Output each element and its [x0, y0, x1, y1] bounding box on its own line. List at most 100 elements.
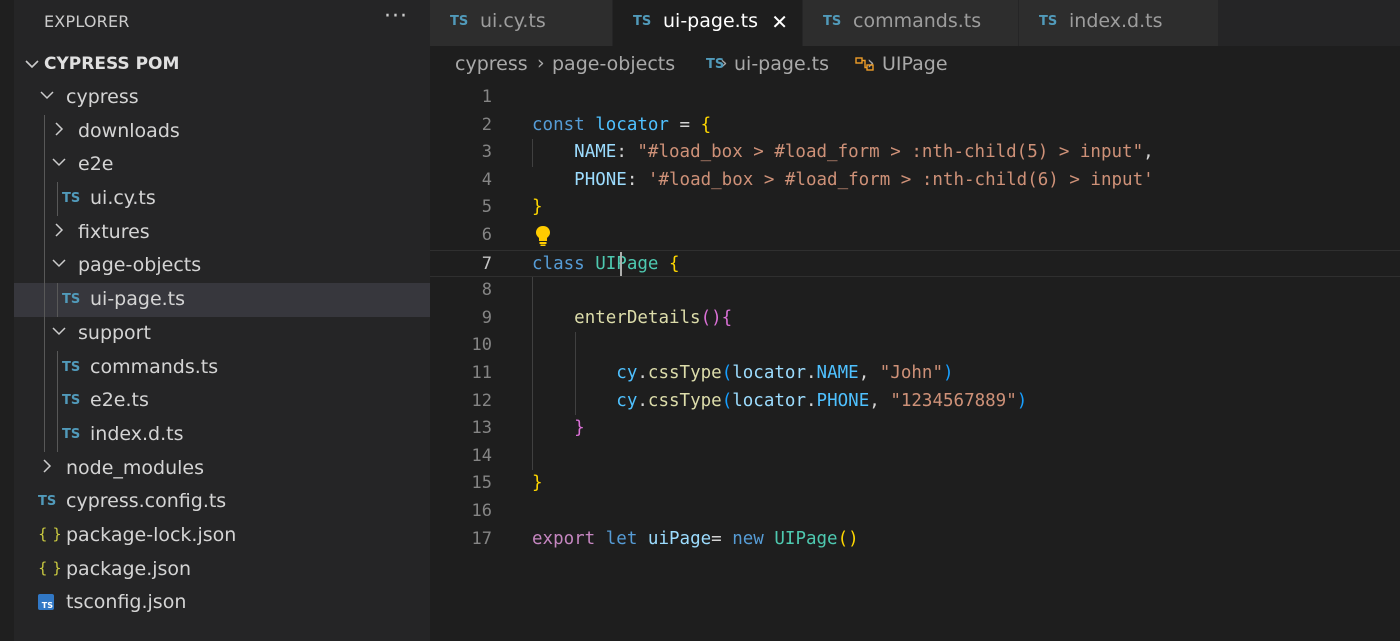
tab-ui-cy-ts[interactable]: TS ui.cy.ts [430, 0, 613, 46]
code-token: . [637, 390, 648, 411]
code-token: (){ [700, 307, 733, 328]
tab-label: ui-page.ts [663, 10, 759, 32]
tree-item[interactable]: { } package-lock.json [14, 519, 430, 553]
code-line[interactable]: 3 NAME: "#load_box > #load_form > :nth-c… [430, 139, 1400, 167]
tree-item[interactable]: e2e [14, 148, 430, 183]
code-line[interactable]: 1 [430, 84, 1400, 112]
tree-item[interactable]: TS ui-page.ts [14, 283, 430, 317]
code-token: . [806, 390, 817, 411]
line-number: 7 [481, 253, 492, 274]
more-actions-icon[interactable]: ··· [384, 4, 408, 29]
tree-item-label: ui-page.ts [90, 288, 186, 311]
lightbulb-icon[interactable] [534, 225, 552, 251]
code-text: } [532, 415, 585, 442]
tree-item-label: downloads [78, 119, 180, 142]
tree-item-label: package-lock.json [66, 523, 237, 546]
line-number: 3 [481, 142, 492, 163]
code-token: uiPage [647, 528, 712, 549]
code-text: cy.cssType(locator.NAME, "John") [532, 360, 953, 387]
tree-item[interactable]: cypress [14, 81, 430, 115]
code-editor[interactable]: 1 2 const locator = {3 NAME: "#load_box > … [430, 84, 1400, 641]
indent-guide [44, 114, 45, 149]
code-token: export [532, 528, 606, 549]
code-token: } [574, 418, 585, 439]
code-line[interactable]: 4 PHONE: '#load_box > #load_form > :nth-… [430, 167, 1400, 195]
code-token: = [668, 114, 701, 135]
indent-guide [57, 283, 58, 317]
code-line[interactable]: 5} [430, 194, 1400, 222]
indent-guide [44, 316, 45, 351]
line-number: 5 [481, 197, 492, 218]
code-line[interactable]: 8 [430, 277, 1400, 305]
chevron-down-icon [52, 323, 66, 339]
typescript-file-icon: TS [1039, 14, 1058, 29]
tree-item-label: cypress [66, 86, 139, 108]
tab-commands-ts[interactable]: TS commands.ts [803, 0, 1019, 46]
tree-item[interactable]: { } package.json [14, 553, 430, 587]
code-line[interactable]: 13 } [430, 415, 1400, 443]
indent-guide [532, 139, 533, 167]
tab-ui-page-ts[interactable]: TS ui-page.ts ✕ [613, 0, 803, 46]
indent-guide [44, 215, 45, 250]
breadcrumb-item[interactable]: page-objects [552, 53, 675, 75]
close-icon[interactable]: ✕ [771, 10, 788, 34]
typescript-file-icon: TS [823, 14, 842, 29]
workspace-section-header[interactable]: CYPRESS POM [14, 48, 430, 80]
breadcrumb-item[interactable]: cypress [455, 53, 528, 75]
chevron-down-icon [52, 154, 66, 170]
code-token: : [616, 142, 638, 163]
text-cursor [620, 251, 622, 276]
line-number: 11 [471, 363, 492, 383]
code-token: NAME [574, 142, 617, 163]
code-text: enterDetails(){ [532, 305, 732, 332]
chevron-right-icon [52, 121, 66, 137]
tree-item-label: commands.ts [90, 355, 219, 378]
code-line[interactable]: 14 [430, 443, 1400, 471]
chevron-down-icon [52, 255, 66, 271]
line-number: 15 [471, 473, 492, 494]
code-token: , [869, 390, 891, 411]
code-line[interactable]: 9 enterDetails(){ [430, 305, 1400, 333]
tab-index-d-ts[interactable]: TS index.d.ts [1019, 0, 1219, 46]
tree-item[interactable]: TS ui.cy.ts [14, 182, 430, 216]
code-line[interactable]: 17 export let uiPage= new UIPage() [430, 526, 1400, 554]
tree-item[interactable]: downloads [14, 114, 430, 149]
tree-item[interactable]: TS commands.ts [14, 350, 430, 385]
tree-item[interactable]: TS cypress.config.ts [14, 485, 430, 519]
typescript-file-icon: TS [38, 494, 57, 510]
explorer-title: EXPLORER [44, 12, 130, 31]
code-token: NAME [816, 363, 859, 383]
tree-item[interactable]: TS e2e.ts [14, 384, 430, 418]
indent-guide [57, 417, 58, 452]
tsconfig-file-icon: TS [38, 594, 54, 611]
tab-label: commands.ts [853, 10, 982, 32]
json-file-icon: { } [38, 558, 62, 577]
code-token: UIPage [774, 528, 838, 549]
line-number: 12 [471, 390, 492, 411]
tree-item[interactable]: TS index.d.ts [14, 417, 430, 452]
code-token: } [532, 473, 543, 494]
tree-item[interactable]: support [14, 316, 430, 351]
code-line[interactable]: 16 [430, 498, 1400, 526]
code-line[interactable]: 6 [430, 222, 1400, 250]
code-text: PHONE: '#load_box > #load_form > :nth-ch… [532, 167, 1154, 194]
code-token: = [711, 528, 733, 549]
tree-item[interactable]: node_modules [14, 452, 430, 486]
code-token: . [637, 363, 648, 383]
code-text: NAME: "#load_box > #load_form > :nth-chi… [532, 139, 1154, 166]
code-line[interactable]: 7 class UIPage { [430, 249, 1400, 278]
breadcrumb-item[interactable]: ui-page.ts [734, 53, 829, 75]
tree-item-label: cypress.config.ts [66, 490, 227, 513]
code-line[interactable]: 15} [430, 470, 1400, 498]
file-tree: cypress downloads e2e TS ui.cy.ts fixtures pag… [14, 81, 430, 620]
tree-item[interactable]: fixtures [14, 215, 430, 250]
code-line[interactable]: 2 const locator = { [430, 112, 1400, 140]
breadcrumb-item[interactable]: UIPage [882, 53, 948, 75]
breadcrumb: cypress › page-objects › TS ui-page.ts › UIPage [430, 46, 1400, 84]
tree-item-label: e2e.ts [90, 389, 149, 412]
indent-guide [44, 384, 45, 418]
tree-item[interactable]: TS tsconfig.json [14, 586, 430, 620]
chevron-down-icon [24, 56, 40, 76]
tree-item[interactable]: page-objects [14, 249, 430, 284]
